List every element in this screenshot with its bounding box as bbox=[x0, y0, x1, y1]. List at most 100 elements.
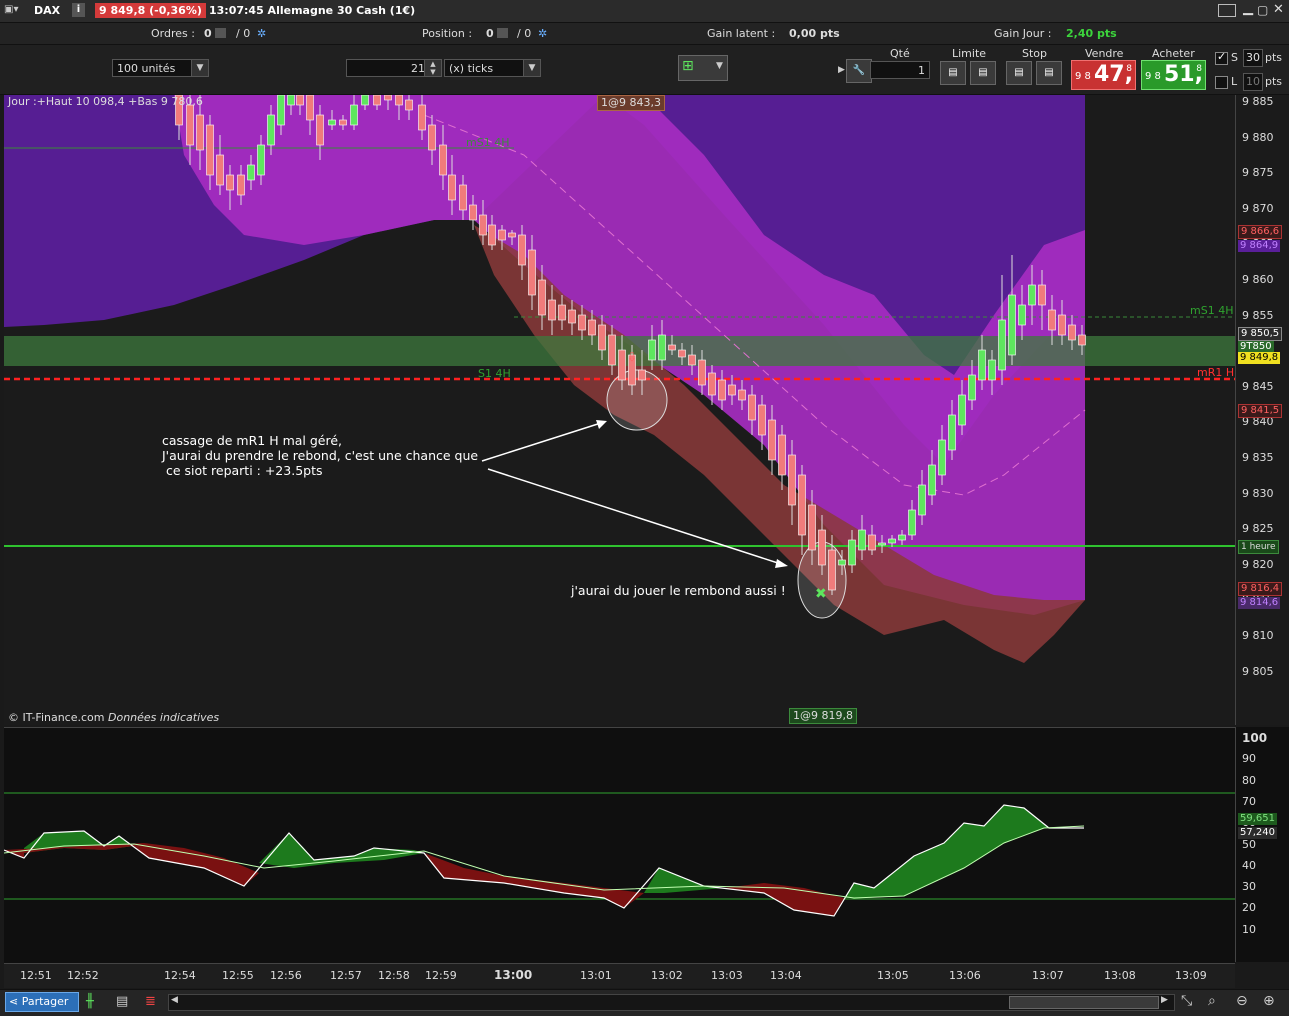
chevron-down-icon[interactable]: ▼ bbox=[523, 60, 540, 76]
units-select[interactable]: 100 unités ▼ bbox=[112, 59, 209, 77]
orders-cancel-icon[interactable] bbox=[215, 28, 226, 38]
oscillator-tick: 80 bbox=[1242, 773, 1256, 787]
candle-up bbox=[858, 529, 866, 551]
share-button[interactable]: ⋖ Partager bbox=[5, 992, 79, 1012]
oscillator-panel[interactable] bbox=[4, 727, 1235, 963]
qty-input[interactable]: 1 bbox=[870, 61, 930, 79]
oscillator-tick: 100 bbox=[1242, 731, 1268, 745]
ms1-label-right: mS1 4H bbox=[1190, 304, 1234, 317]
keyboard-icon[interactable] bbox=[1218, 4, 1236, 17]
stop-checkbox[interactable]: ✓ bbox=[1215, 50, 1228, 65]
chart-header: Jour :+Haut 10 098,4 +Bas 9 780,6 bbox=[8, 95, 203, 108]
time-tick: 12:54 bbox=[164, 969, 196, 982]
price-tick: 9 825 bbox=[1242, 522, 1274, 536]
minimize-icon[interactable]: ▁ bbox=[1243, 1, 1253, 16]
badge-band-bottom: 9 816,4 bbox=[1238, 582, 1283, 596]
ticks-value: 21 bbox=[411, 62, 425, 75]
time-tick: 12:59 bbox=[425, 969, 457, 982]
candle-down bbox=[678, 349, 686, 358]
orders-label: Ordres : bbox=[151, 27, 195, 40]
mr1-label: mR1 H bbox=[1197, 366, 1235, 379]
limit-checkbox[interactable] bbox=[1215, 76, 1228, 89]
zoom-out-icon[interactable]: ⊖ bbox=[1236, 993, 1248, 1009]
ticks-spinner[interactable]: 21 ▲ ▼ bbox=[346, 59, 442, 77]
candle-up bbox=[1018, 304, 1026, 326]
oscillator-tick: 40 bbox=[1242, 858, 1256, 872]
chevron-down-icon[interactable]: ▼ bbox=[191, 60, 208, 76]
zoom-area-icon[interactable]: ⌕ bbox=[1208, 993, 1216, 1009]
spinner-arrows-icon[interactable]: ▲ ▼ bbox=[424, 60, 441, 76]
price-change-badge: 9 849,8 (-0,36%) bbox=[95, 3, 206, 18]
price-tick: 9 810 bbox=[1242, 629, 1274, 642]
gain-latent-value: 0,00 pts bbox=[789, 27, 840, 40]
zoom-fit-icon[interactable]: ⤡ bbox=[1181, 993, 1192, 1009]
price-tick: 9 830 bbox=[1242, 486, 1274, 500]
position-value: 0 bbox=[486, 27, 494, 40]
time-tick: 13:00 bbox=[494, 968, 533, 982]
l-value[interactable]: 10 bbox=[1243, 73, 1263, 91]
sell-button[interactable]: 9 8 47, 8 bbox=[1071, 60, 1136, 90]
price-chart-svg: ⇩ ✖ bbox=[4, 95, 1235, 695]
bottom-order-tag[interactable]: 1@9 819,8 bbox=[789, 708, 857, 724]
buy-button[interactable]: 9 8 51, 8 bbox=[1141, 60, 1206, 90]
candle-up bbox=[848, 539, 856, 566]
close-icon[interactable]: ✕ bbox=[1273, 2, 1284, 17]
position-close-icon[interactable] bbox=[497, 28, 508, 38]
candle-down bbox=[428, 124, 436, 151]
limit-sell-button[interactable]: ▤ bbox=[970, 61, 996, 85]
scroll-left-icon[interactable]: ◀ bbox=[171, 995, 178, 1005]
time-tick: 13:02 bbox=[651, 969, 683, 982]
limit-buy-button[interactable]: ▤ bbox=[940, 61, 966, 85]
chart-tools-button[interactable]: ⊞ ▼ bbox=[678, 55, 728, 81]
expand-arrow-icon[interactable]: ▶ bbox=[838, 65, 845, 75]
zoom-in-icon[interactable]: ⊕ bbox=[1263, 993, 1275, 1009]
candle-up bbox=[998, 319, 1006, 371]
candle-down bbox=[216, 154, 224, 186]
oscillator-tick: 70 bbox=[1242, 794, 1256, 808]
candle-up bbox=[958, 394, 966, 426]
horizontal-scrollbar[interactable]: ◀ ▶ bbox=[168, 994, 1175, 1011]
price-chart[interactable]: ⇩ ✖ Jour :+Haut 10 098,4 +Bas 9 780,6 1@… bbox=[4, 95, 1235, 725]
candle-down bbox=[608, 334, 616, 366]
candles-icon[interactable]: ╫ bbox=[86, 994, 94, 1009]
list-icon[interactable]: ▤ bbox=[116, 994, 128, 1009]
oscillator-tick: 10 bbox=[1242, 922, 1256, 936]
wrench-icon[interactable]: 🔧 bbox=[846, 59, 872, 83]
stop-sell-button[interactable]: ▤ bbox=[1036, 61, 1062, 85]
s-label: S bbox=[1231, 51, 1238, 64]
time-tick: 13:07 bbox=[1032, 969, 1064, 982]
maximize-icon[interactable]: ▢ bbox=[1257, 3, 1268, 17]
oscillator-tick: 20 bbox=[1242, 901, 1256, 915]
position-gear-icon[interactable]: ✲ bbox=[538, 27, 547, 40]
orders-gear-icon[interactable]: ✲ bbox=[257, 27, 266, 40]
scroll-right-icon[interactable]: ▶ bbox=[1161, 995, 1168, 1005]
candle-down bbox=[488, 224, 496, 246]
stop-buy-button[interactable]: ▤ bbox=[1006, 61, 1032, 85]
candle-down bbox=[868, 534, 876, 551]
badge-mr1: 9 841,5 bbox=[1238, 404, 1283, 418]
info-icon[interactable]: i bbox=[72, 3, 85, 17]
gain-latent-label: Gain latent : bbox=[707, 27, 776, 40]
top-order-tag[interactable]: 1@9 843,3 bbox=[597, 95, 665, 111]
candle-down bbox=[718, 379, 726, 401]
candle-down bbox=[688, 354, 696, 366]
annotation-arrow-1 bbox=[481, 421, 605, 462]
candle-down bbox=[439, 144, 447, 176]
order-book-icon[interactable]: ≣ bbox=[145, 994, 156, 1009]
annotation-note-1: cassage de mR1 H mal géré, J'aurai du pr… bbox=[162, 433, 479, 478]
price-axis[interactable]: 9 8859 8809 8759 8709 8659 8609 8559 850… bbox=[1235, 95, 1289, 725]
s-value[interactable]: 30 bbox=[1243, 49, 1263, 67]
candle-down bbox=[758, 404, 766, 436]
candle-down bbox=[1068, 324, 1076, 341]
price-tick: 9 885 bbox=[1242, 95, 1274, 108]
units-value: 100 unités bbox=[117, 62, 176, 75]
scrollbar-thumb[interactable] bbox=[1009, 996, 1159, 1009]
candle-up bbox=[257, 144, 265, 176]
time-tick: 13:09 bbox=[1175, 969, 1207, 982]
ticks-unit-select[interactable]: (x) ticks ▼ bbox=[444, 59, 541, 77]
price-tick: 9 875 bbox=[1242, 166, 1274, 180]
copyright-source: © IT-Finance.com bbox=[8, 711, 105, 724]
menu-icon[interactable]: ▣▾ bbox=[4, 4, 18, 15]
s-unit: pts bbox=[1265, 51, 1283, 64]
candle-down bbox=[518, 234, 526, 266]
